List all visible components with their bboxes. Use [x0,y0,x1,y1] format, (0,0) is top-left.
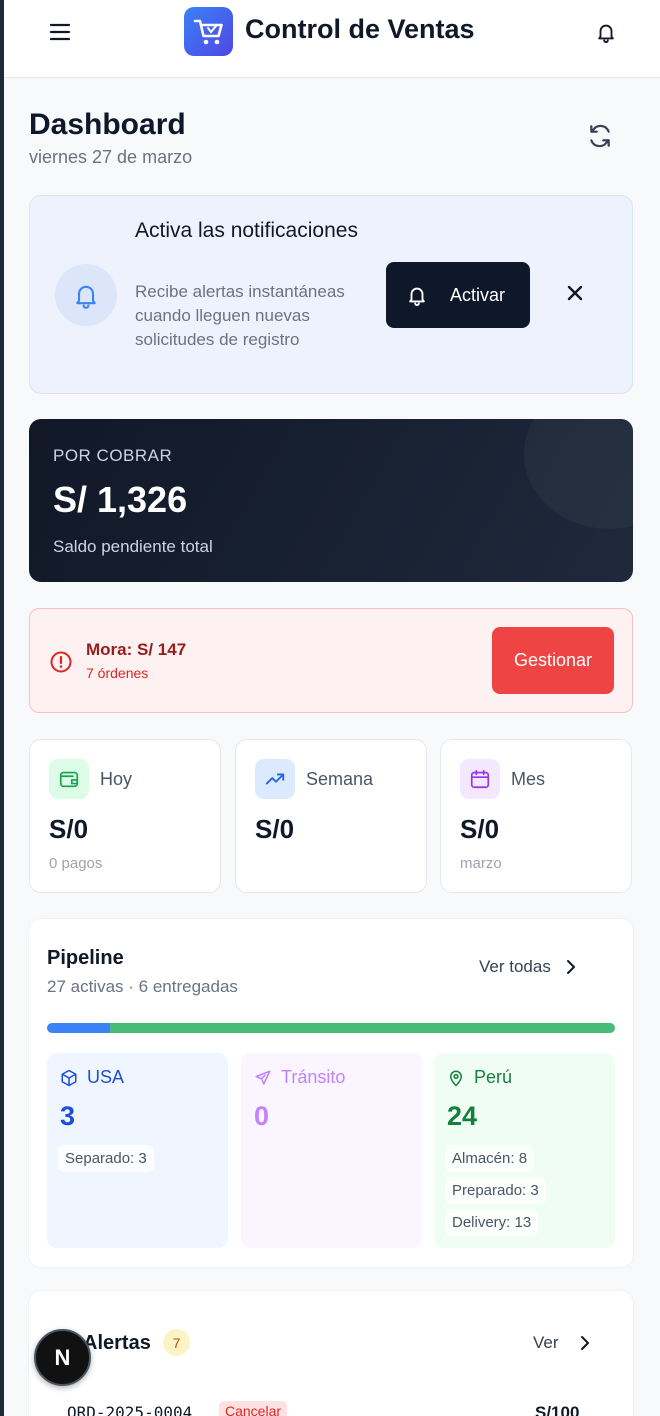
stat-value: S/0 [460,814,500,844]
stat-card-month: Mes S/0 marzo [440,739,632,893]
notification-banner: Activa las notificaciones Recibe alertas… [29,195,633,394]
wallet-icon [59,771,79,788]
pipeline-stage-transit[interactable]: Tránsito 0 [241,1053,422,1248]
view-alerts-label: Ver [533,1333,559,1352]
package-icon [61,1069,77,1086]
top-bar: Control de Ventas [4,0,660,78]
overdue-title: Mora: S/ 147 [86,640,187,659]
stage-header: Perú [447,1067,512,1088]
receivable-label: POR COBRAR [53,446,173,465]
overdue-subtitle: 7 órdenes [86,665,149,681]
menu-button[interactable] [40,14,80,50]
alert-order-code[interactable]: ORD-2025-0004 [67,1403,192,1416]
app-logo [184,7,233,56]
chevron-right-icon [565,959,577,975]
stat-badge [460,759,500,799]
notification-banner-description: Recibe alertas instantáneas cuando llegu… [135,282,345,349]
decorative-circle [524,419,633,529]
stage-name: Perú [474,1067,513,1087]
page-date: viernes 27 de marzo [29,147,193,167]
stat-foot: marzo [460,855,502,872]
stage-detail-chip: Preparado: 3 [445,1177,546,1204]
stage-detail-chip: Almacén: 8 [445,1145,535,1172]
stat-card-week: Semana S/0 [235,739,427,893]
bell-icon [406,284,428,306]
plane-icon [255,1070,271,1085]
alert-circle-icon [49,650,73,674]
stage-detail-chip: Separado: 3 [58,1145,154,1172]
calendar-icon [470,769,490,789]
stat-card-today: Hoy S/0 0 pagos [29,739,221,893]
receivable-amount: S/ 1,326 [53,479,188,520]
stage-detail-chip: Delivery: 13 [445,1209,539,1236]
stage-header: Tránsito [254,1067,345,1088]
stat-badge [49,759,89,799]
stage-count: 24 [447,1101,478,1131]
view-alerts-link[interactable]: Ver [533,1333,591,1353]
pipeline-subtitle: 27 activas · 6 entregadas [47,977,238,996]
notification-banner-icon [55,264,117,326]
overdue-card: Mora: S/ 147 7 órdenes Gestionar [29,608,633,713]
dismiss-banner-button[interactable] [560,278,590,308]
stage-name: Tránsito [281,1067,346,1087]
alert-order-tag: Cancelar [219,1401,288,1416]
stat-name: Semana [306,769,374,789]
view-all-pipeline-link[interactable]: Ver todas [479,957,577,977]
view-all-label: Ver todas [479,957,551,976]
close-icon [567,285,583,301]
receivable-card: POR COBRAR S/ 1,326 Saldo pendiente tota… [29,419,633,582]
alerts-title: Alertas [83,1332,151,1354]
trending-up-icon [265,773,285,785]
app-title: Control de Ventas [245,14,475,44]
stat-value: S/0 [255,814,295,844]
alerts-count-badge: 7 [163,1329,190,1356]
pipeline-stage-peru[interactable]: Perú 24 Almacén: 8 Preparado: 3 Delivery… [434,1053,615,1248]
stage-name: USA [87,1067,125,1087]
progress-segment-usa [47,1023,111,1033]
pipeline-stage-usa[interactable]: USA 3 Separado: 3 [47,1053,228,1248]
notifications-button[interactable] [586,14,626,50]
pipeline-progress-bar [47,1023,615,1033]
hamburger-menu-icon [49,23,71,41]
stat-name: Mes [511,769,546,789]
notification-banner-title: Activa las notificaciones [135,219,358,242]
receivable-subtitle: Saldo pendiente total [53,537,213,556]
manage-overdue-button[interactable]: Gestionar [492,627,614,694]
progress-segment-peru [110,1023,615,1033]
stage-count: 0 [254,1101,270,1131]
stat-value: S/0 [49,814,89,844]
alerts-card: Alertas 7 Ver ORD-2025-0004 Cancelar S/1… [29,1291,633,1416]
pipeline-title: Pipeline [47,947,124,969]
bell-icon [598,24,614,43]
map-pin-icon [449,1070,463,1087]
floating-dev-button[interactable]: N [34,1329,91,1386]
activate-label: Activar [450,284,506,305]
stage-count: 3 [60,1101,76,1131]
shopping-cart-icon [193,19,223,44]
page-title: Dashboard [29,108,186,141]
activate-notifications-button[interactable]: Activar [386,262,530,328]
pipeline-card: Pipeline 27 activas · 6 entregadas Ver t… [29,919,633,1267]
stat-name: Hoy [100,769,133,789]
bell-icon [76,285,96,309]
alert-order-amount: S/100 [535,1403,580,1416]
stage-header: USA [60,1067,124,1088]
refresh-icon [590,124,610,148]
refresh-button[interactable] [582,118,618,154]
stat-badge [255,759,295,799]
stat-foot: 0 pagos [49,855,103,872]
chevron-right-icon [579,1335,591,1351]
